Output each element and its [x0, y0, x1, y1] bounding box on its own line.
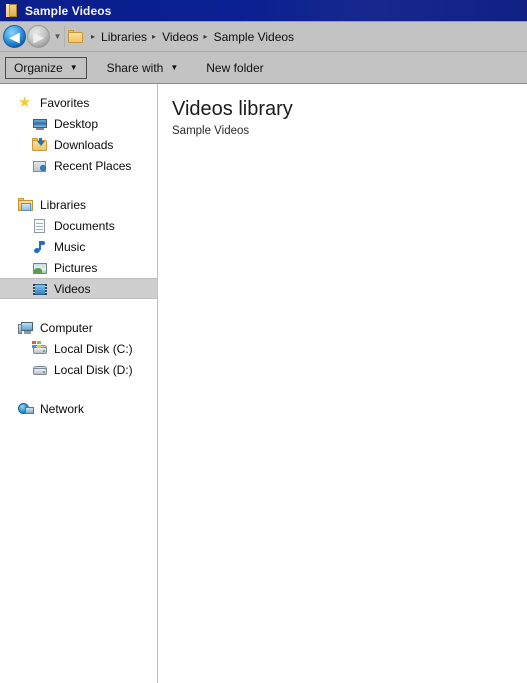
downloads-folder-icon	[32, 137, 48, 153]
sidebar-item-documents[interactable]: Documents	[0, 215, 157, 236]
share-with-button[interactable]: Share with ▼	[99, 57, 187, 79]
breadcrumb-separator: ▸	[203, 31, 208, 41]
forward-button[interactable]: ▶	[27, 25, 50, 48]
sidebar-item-label: Pictures	[54, 260, 98, 275]
sidebar-item-desktop[interactable]: Desktop	[0, 113, 157, 134]
sidebar-item-label: Network	[40, 401, 85, 416]
new-folder-label: New folder	[206, 60, 264, 75]
computer-icon	[18, 320, 34, 336]
nav-group-computer: Computer Local Disk (C:) Local Disk (D:)	[0, 317, 157, 380]
folder-icon	[5, 3, 20, 18]
sidebar-item-label: Local Disk (C:)	[54, 341, 133, 356]
sidebar-item-music[interactable]: Music	[0, 236, 157, 257]
chevron-down-icon: ▼	[69, 62, 78, 72]
recent-locations-button[interactable]: ▼	[51, 32, 64, 41]
nav-group-favorites: ★ Favorites Desktop Downloads Recent Pla…	[0, 92, 157, 176]
sidebar-item-local-disk-d[interactable]: Local Disk (D:)	[0, 359, 157, 380]
new-folder-button[interactable]: New folder	[198, 57, 271, 79]
breadcrumb-separator: ▸	[152, 31, 157, 41]
explorer-window: Sample Videos ◀ ▶ ▼ ▸ Libraries ▸ Videos…	[0, 0, 527, 683]
chevron-down-icon: ▼	[170, 62, 179, 72]
library-subtitle: Sample Videos	[172, 125, 250, 137]
sidebar-item-label: Desktop	[54, 116, 99, 131]
document-icon	[32, 218, 48, 234]
window-title: Sample Videos	[25, 3, 112, 18]
breadcrumb-sample-videos[interactable]: Sample Videos	[213, 30, 296, 44]
sidebar-item-label: Documents	[54, 218, 115, 233]
videos-film-icon	[32, 281, 48, 297]
sidebar-item-label: Videos	[54, 281, 91, 296]
folder-icon	[68, 29, 84, 45]
title-bar: Sample Videos	[0, 0, 527, 22]
network-icon	[18, 401, 34, 417]
organize-label: Organize	[14, 60, 63, 75]
libraries-icon	[18, 197, 34, 213]
sidebar-item-recent-places[interactable]: Recent Places	[0, 155, 157, 176]
library-title: Videos library	[172, 98, 293, 120]
nav-group-libraries: Libraries Documents Music Pictures Video…	[0, 194, 157, 299]
sidebar-item-label: Music	[54, 239, 86, 254]
hard-disk-icon	[32, 362, 48, 378]
address-bar[interactable]: ▸ Libraries ▸ Videos ▸ Sample Videos	[64, 26, 524, 47]
music-note-icon	[32, 239, 48, 255]
sidebar-item-label: Libraries	[40, 197, 87, 212]
breadcrumb-separator: ▸	[91, 31, 96, 41]
breadcrumb-libraries[interactable]: Libraries	[100, 30, 148, 44]
system-disk-icon	[32, 340, 48, 357]
window-body: ★ Favorites Desktop Downloads Recent Pla…	[0, 84, 527, 683]
sidebar-item-network[interactable]: Network	[0, 398, 157, 419]
sidebar-item-computer[interactable]: Computer	[0, 317, 157, 338]
star-icon: ★	[18, 93, 32, 111]
command-toolbar: Organize ▼ Share with ▼ New folder	[0, 52, 527, 84]
address-bar-row: ◀ ▶ ▼ ▸ Libraries ▸ Videos ▸ Sample Vide…	[0, 22, 527, 52]
sidebar-item-label: Downloads	[54, 137, 114, 152]
pictures-icon	[32, 260, 48, 276]
navigation-pane: ★ Favorites Desktop Downloads Recent Pla…	[0, 84, 158, 683]
file-list-pane[interactable]: Videos library Sample Videos	[158, 84, 527, 683]
share-with-label: Share with	[106, 60, 164, 75]
desktop-monitor-icon	[32, 116, 48, 132]
sidebar-item-label: Local Disk (D:)	[54, 362, 133, 377]
sidebar-item-local-disk-c[interactable]: Local Disk (C:)	[0, 338, 157, 359]
sidebar-item-label: Computer	[40, 320, 93, 335]
sidebar-item-libraries[interactable]: Libraries	[0, 194, 157, 215]
back-button[interactable]: ◀	[3, 25, 26, 48]
back-arrow-icon: ◀	[9, 29, 20, 44]
sidebar-item-videos[interactable]: Videos	[0, 278, 157, 299]
nav-group-network: Network	[0, 398, 157, 419]
breadcrumb-videos[interactable]: Videos	[161, 30, 199, 44]
sidebar-item-label: Recent Places	[54, 158, 132, 173]
sidebar-item-downloads[interactable]: Downloads	[0, 134, 157, 155]
organize-button[interactable]: Organize ▼	[5, 56, 87, 79]
sidebar-item-favorites[interactable]: ★ Favorites	[0, 92, 157, 113]
forward-arrow-icon: ▶	[33, 29, 44, 44]
recent-places-icon	[32, 158, 48, 174]
sidebar-item-label: Favorites	[40, 95, 90, 110]
sidebar-item-pictures[interactable]: Pictures	[0, 257, 157, 278]
